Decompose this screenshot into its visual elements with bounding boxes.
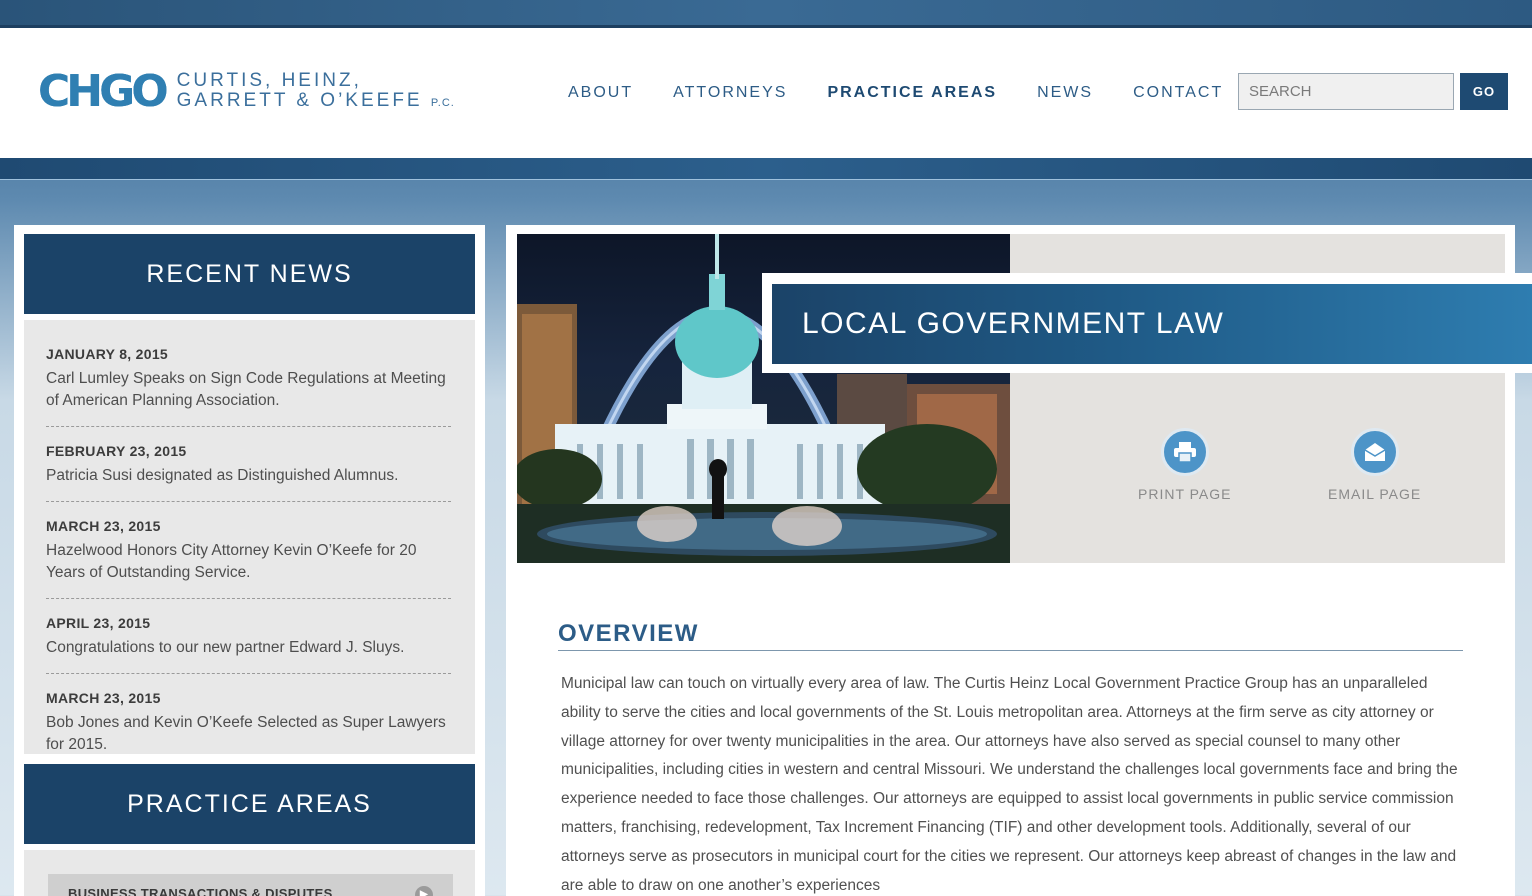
site-header: CHGO CURTIS, HEINZ, GARRETT & O’KEEFE P.… (0, 28, 1532, 158)
news-date: JANUARY 8, 2015 (46, 346, 169, 362)
news-item[interactable]: MARCH 23, 2015 Hazelwood Honors City Att… (46, 512, 451, 599)
envelope-icon (1350, 428, 1399, 476)
top-banner-strip (0, 0, 1532, 28)
search-go-button[interactable]: GO (1460, 73, 1508, 110)
firm-logo[interactable]: CHGO CURTIS, HEINZ, GARRETT & O’KEEFE P.… (38, 66, 455, 117)
printer-icon (1160, 428, 1209, 476)
logo-name-line1: CURTIS, HEINZ, (176, 70, 362, 91)
news-headline[interactable]: Hazelwood Honors City Attorney Kevin O’K… (46, 540, 451, 584)
print-page-button[interactable]: PRINT PAGE (1138, 428, 1232, 502)
chevron-right-icon: ▶ (415, 886, 433, 896)
logo-mark: CHGO (38, 66, 169, 117)
practice-area-item[interactable]: BUSINESS TRANSACTIONS & DISPUTES ▶ (48, 874, 453, 896)
logo-wordmark: CURTIS, HEINZ, GARRETT & O’KEEFE P.C. (177, 71, 455, 113)
nav-attorneys[interactable]: ATTORNEYS (673, 84, 787, 102)
practice-areas-list: BUSINESS TRANSACTIONS & DISPUTES ▶ (24, 850, 475, 896)
news-headline[interactable]: Congratulations to our new partner Edwar… (46, 637, 451, 659)
news-date: FEBRUARY 23, 2015 (46, 443, 187, 459)
nav-news[interactable]: NEWS (1037, 84, 1093, 102)
header-band (0, 158, 1532, 180)
email-page-label: EMAIL PAGE (1328, 486, 1422, 502)
logo-suffix: P.C. (430, 97, 455, 109)
email-page-button[interactable]: EMAIL PAGE (1328, 428, 1421, 502)
page-title: LOCAL GOVERNMENT LAW (802, 307, 1225, 340)
news-item[interactable]: FEBRUARY 23, 2015 Patricia Susi designat… (46, 437, 451, 502)
news-date: MARCH 23, 2015 (46, 690, 161, 706)
practice-area-label: BUSINESS TRANSACTIONS & DISPUTES (68, 886, 333, 896)
nav-practice-areas[interactable]: PRACTICE AREAS (827, 84, 997, 102)
page-title-banner: LOCAL GOVERNMENT LAW (772, 284, 1532, 364)
main-nav: ABOUT ATTORNEYS PRACTICE AREAS NEWS CONT… (568, 84, 1263, 102)
overview-heading: OVERVIEW (558, 620, 1463, 651)
overview-body: Municipal law can touch on virtually eve… (561, 675, 1458, 894)
nav-about[interactable]: ABOUT (568, 84, 633, 102)
news-item[interactable]: MARCH 23, 2015 Bob Jones and Kevin O’Kee… (46, 684, 451, 770)
logo-name-line2: GARRETT & O’KEEFE (176, 90, 423, 111)
print-page-label: PRINT PAGE (1138, 486, 1232, 502)
search-input[interactable] (1238, 73, 1454, 110)
news-date: APRIL 23, 2015 (46, 615, 151, 631)
news-headline[interactable]: Bob Jones and Kevin O’Keefe Selected as … (46, 712, 451, 756)
recent-news-heading: RECENT NEWS (24, 234, 475, 314)
news-headline[interactable]: Carl Lumley Speaks on Sign Code Regulati… (46, 368, 451, 412)
sidebar: RECENT NEWS JANUARY 8, 2015 Carl Lumley … (14, 225, 485, 896)
news-item[interactable]: APRIL 23, 2015 Congratulations to our ne… (46, 609, 451, 674)
news-item[interactable]: JANUARY 8, 2015 Carl Lumley Speaks on Si… (46, 340, 451, 427)
nav-contact[interactable]: CONTACT (1133, 84, 1223, 102)
recent-news-list: JANUARY 8, 2015 Carl Lumley Speaks on Si… (24, 320, 475, 754)
news-headline[interactable]: Patricia Susi designated as Distinguishe… (46, 465, 451, 487)
news-date: MARCH 23, 2015 (46, 518, 161, 534)
practice-areas-heading: PRACTICE AREAS (24, 764, 475, 844)
